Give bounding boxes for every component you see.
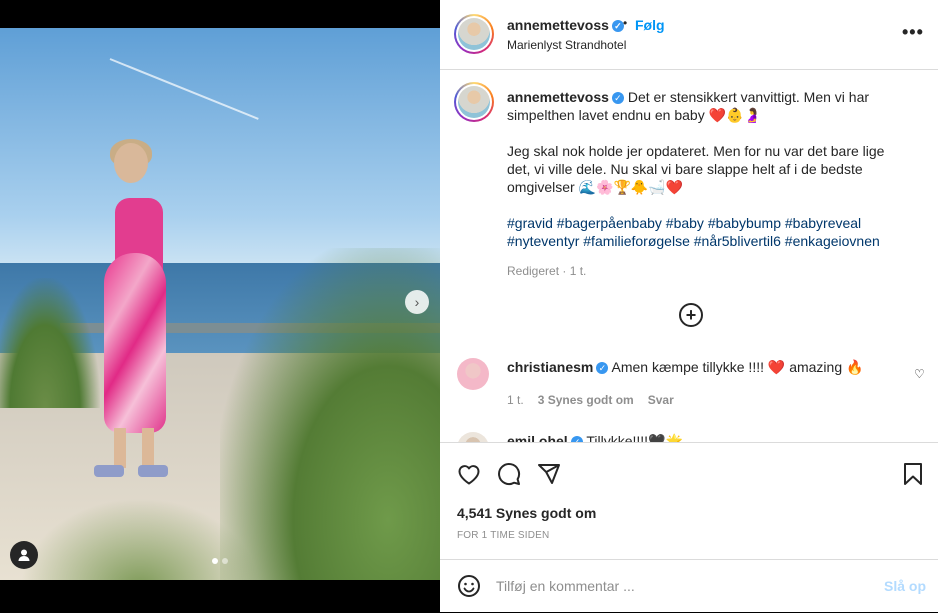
caption-emoji: ❤️👶🤰 [708,107,761,123]
caption-meta: Redigeret · 1 t. [507,264,587,278]
action-bar: 4,541 Synes godt om FOR 1 TIME SIDEN Slå… [440,442,938,612]
comment-text: Amen kæmpe tillykke !!!! ❤️ amazing 🔥 [611,359,864,375]
tag-user-icon[interactable] [10,541,38,569]
location-link[interactable]: Marienlyst Strandhotel [507,38,626,52]
comment-input[interactable] [496,575,866,597]
comment-username[interactable]: emil.ohel [507,433,568,442]
header-username[interactable]: annemettevoss ✓ [507,17,624,33]
next-arrow-icon[interactable]: › [405,290,429,314]
avatar[interactable] [454,14,494,54]
post-image[interactable]: › [0,28,440,580]
comment-form: Slå op [440,559,938,613]
more-options-icon[interactable]: ••• [902,22,924,43]
separator: • [623,16,628,30]
verified-badge-icon: ✓ [596,362,609,375]
comment-avatar[interactable] [457,358,489,390]
comment-meta: 1 t. 3 Synes godt om Svar [507,393,674,407]
reply-button[interactable]: Svar [648,393,674,407]
post-comment-button[interactable]: Slå op [884,578,926,594]
carousel-dot [212,558,218,564]
carousel-dots [0,558,440,564]
follow-button[interactable]: Følg [635,17,665,33]
hashtags[interactable]: #gravid #bagerpåenbaby #baby #babybump #… [507,214,897,250]
verified-badge-icon: ✓ [611,92,624,105]
comment-username[interactable]: christianesm [507,359,593,375]
comment-avatar[interactable] [457,432,489,442]
post-timestamp: FOR 1 TIME SIDEN [457,530,550,541]
sky [0,28,440,263]
bookmark-icon[interactable] [900,461,926,487]
emoji-icon[interactable] [457,574,481,598]
comment: emil.ohel✓ Tillykke!!!!🖤🌟 [507,432,683,442]
caption-emoji: 🌊🌸🏆🐥🛁❤️ [578,179,684,195]
post-side-panel: annemettevoss ✓ • Følg Marienlyst Strandh… [440,0,938,612]
caption-text: annemettevoss ✓ Det er stensikkert vanvit… [507,88,897,250]
comment-likes[interactable]: 3 Synes godt om [538,393,634,407]
share-icon[interactable] [536,461,562,487]
woman-in-pink-dress [80,139,190,513]
post-modal: › annemettevoss ✓ • Følg Marienlyst Stran… [0,0,938,612]
comment-text: Tillykke!!!!🖤🌟 [586,433,683,442]
carousel-dot [222,558,228,564]
plus-circle-icon[interactable]: + [679,303,703,327]
comment-icon[interactable] [496,461,522,487]
caption-avatar[interactable] [454,82,494,122]
heart-icon[interactable] [456,461,482,487]
comment-like-icon[interactable]: ♡ [914,367,925,381]
caption-paragraph: Jeg skal nok holde jer opdateret. Men fo… [507,143,885,195]
like-count[interactable]: 4,541 Synes godt om [457,505,596,521]
post-header: annemettevoss ✓ • Følg Marienlyst Strandh… [440,0,938,70]
comments-area[interactable]: annemettevoss ✓ Det er stensikkert vanvit… [440,70,938,442]
caption-username[interactable]: annemettevoss [507,89,609,105]
comment: christianesm ✓ Amen kæmpe tillykke !!!! ❤… [507,358,863,376]
